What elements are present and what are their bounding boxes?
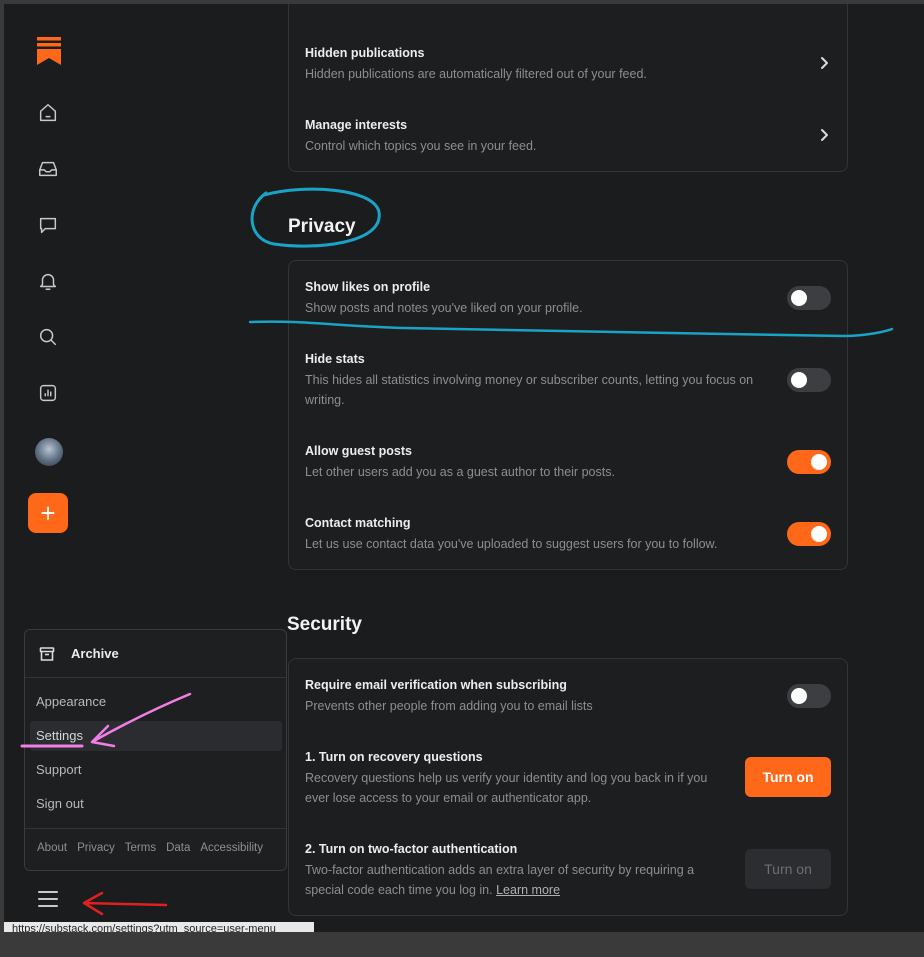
footer-link-privacy[interactable]: Privacy [77,842,115,854]
email-verification-toggle[interactable] [787,684,831,708]
inbox-icon[interactable] [36,157,60,181]
show-likes-toggle[interactable] [787,286,831,310]
manage-interests-row[interactable]: Manage interests Control which topics yo… [305,118,831,156]
privacy-row-contact-matching: Contact matching Let us use contact data… [305,516,831,554]
user-menu: Archive Appearance Settings Support Sign… [24,629,287,871]
menu-item-sign-out[interactable]: Sign out [30,789,282,819]
privacy-heading: Privacy [288,216,356,237]
avatar-icon[interactable] [35,438,63,466]
security-row-recovery-questions: 1. Turn on recovery questions Recovery q… [305,750,831,808]
row-desc: Let other users add you as a guest autho… [305,465,615,479]
menu-divider [25,828,286,829]
stats-icon[interactable] [36,381,60,405]
home-icon[interactable] [36,101,60,125]
plus-icon[interactable]: + [28,493,68,533]
menu-item-appearance[interactable]: Appearance [30,687,282,717]
privacy-card: Show likes on profile Show posts and not… [288,260,848,570]
security-card: Require email verification when subscrib… [288,658,848,916]
two-factor-turn-on-button[interactable]: Turn on [745,849,831,889]
footer-link-data[interactable]: Data [166,842,190,854]
guest-posts-toggle[interactable] [787,450,831,474]
recovery-questions-turn-on-button[interactable]: Turn on [745,757,831,797]
row-title: Contact matching [305,516,411,530]
privacy-row-hide-stats: Hide stats This hides all statistics inv… [305,352,831,410]
security-row-email-verification: Require email verification when subscrib… [305,678,831,716]
row-title: Manage interests [305,118,408,132]
row-desc: Control which topics you see in your fee… [305,139,537,153]
row-desc: This hides all statistics involving mone… [305,373,754,407]
bell-icon[interactable] [36,269,60,293]
row-desc: Let us use contact data you've uploaded … [305,537,718,551]
search-icon[interactable] [36,325,60,349]
menu-item-archive[interactable]: Archive [25,630,286,678]
archive-icon [39,646,55,662]
hidden-publications-row[interactable]: Hidden publications Hidden publications … [305,46,831,84]
feed-settings-card: Hidden publications Hidden publications … [288,4,848,172]
row-title: Hidden publications [305,46,425,60]
archive-label: Archive [71,646,119,661]
footer-link-terms[interactable]: Terms [125,842,156,854]
footer-links: About Privacy Terms Data Accessibility [37,842,263,854]
row-title: Hide stats [305,352,365,366]
security-heading: Security [287,614,362,635]
substack-logo-icon[interactable] [37,37,61,65]
row-title: Allow guest posts [305,444,412,458]
chat-icon[interactable] [36,213,60,237]
hamburger-menu-icon[interactable] [38,891,58,909]
security-row-two-factor: 2. Turn on two-factor authentication Two… [305,842,831,900]
learn-more-link[interactable]: Learn more [496,883,560,897]
row-title: Show likes on profile [305,280,431,294]
privacy-row-guest-posts: Allow guest posts Let other users add yo… [305,444,831,482]
row-desc: Show posts and notes you've liked on you… [305,301,583,315]
privacy-row-show-likes: Show likes on profile Show posts and not… [305,280,831,318]
app-window: + Archive Appearance Settings Support Si… [4,4,924,932]
status-bar-url: https://substack.com/settings?utm_source… [4,922,314,932]
menu-item-settings[interactable]: Settings [30,721,282,751]
row-desc: Hidden publications are automatically fi… [305,67,647,81]
window-bottom-edge [0,932,924,957]
menu-item-support[interactable]: Support [30,755,282,785]
row-title: Require email verification when subscrib… [305,678,567,692]
row-desc: Two-factor authentication adds an extra … [305,860,730,900]
chevron-right-icon [817,128,831,142]
red-arrow-annotation [82,891,168,916]
footer-link-about[interactable]: About [37,842,67,854]
contact-matching-toggle[interactable] [787,522,831,546]
row-desc: Prevents other people from adding you to… [305,699,593,713]
footer-link-accessibility[interactable]: Accessibility [200,842,263,854]
hide-stats-toggle[interactable] [787,368,831,392]
chevron-right-icon [817,56,831,70]
row-desc: Recovery questions help us verify your i… [305,771,708,805]
